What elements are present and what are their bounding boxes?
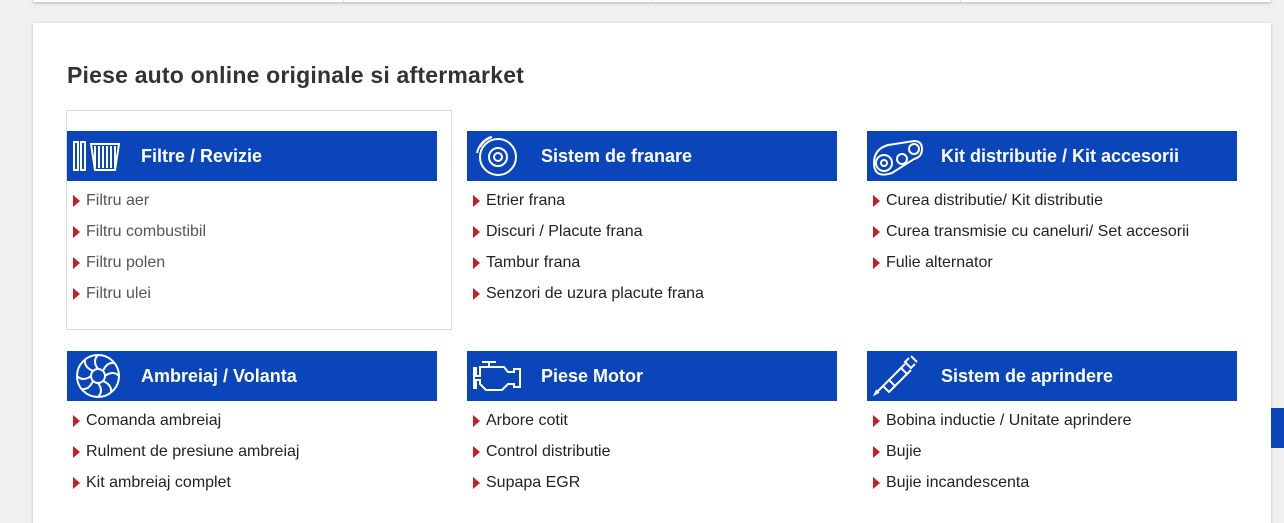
- category-links: Arbore cotit Control distributie Supapa …: [467, 401, 837, 503]
- category-links: Etrier frana Discuri / Placute frana Tam…: [467, 181, 837, 314]
- arrow-right-icon: [73, 477, 80, 489]
- page-title: Piese auto online originale si aftermark…: [67, 62, 525, 88]
- category-links: Filtru aer Filtru combustibil Filtru pol…: [67, 181, 451, 314]
- arrow-right-icon: [473, 446, 480, 458]
- category-title: Filtre / Revizie: [141, 145, 263, 166]
- category-link[interactable]: Senzori de uzura placute frana: [467, 283, 837, 314]
- category-link[interactable]: Bujie incandescenta: [867, 472, 1237, 503]
- filter-icon: [67, 131, 127, 181]
- category-motor: Piese Motor Arbore cotit Control distrib…: [467, 351, 837, 503]
- side-feedback-tab[interactable]: [1271, 408, 1284, 448]
- category-links: Comanda ambreiaj Rulment de presiune amb…: [67, 401, 437, 503]
- category-link[interactable]: Discuri / Placute frana: [467, 221, 837, 252]
- category-header[interactable]: Sistem de franare: [467, 131, 837, 181]
- category-title: Sistem de aprindere: [941, 365, 1114, 386]
- category-title: Kit distributie / Kit accesorii: [941, 145, 1180, 166]
- category-title: Ambreiaj / Volanta: [141, 365, 297, 386]
- divider: [651, 0, 652, 2]
- category-link[interactable]: Kit ambreiaj complet: [67, 472, 437, 503]
- category-link[interactable]: Filtru aer: [67, 190, 451, 221]
- arrow-right-icon: [73, 226, 80, 238]
- category-link[interactable]: Supapa EGR: [467, 472, 837, 503]
- category-franare: Sistem de franare Etrier frana Discuri /…: [467, 131, 837, 314]
- category-link[interactable]: Curea transmisie cu caneluri/ Set acceso…: [867, 221, 1237, 252]
- category-filtre: Filtre / Revizie Filtru aer Filtru combu…: [66, 110, 452, 330]
- category-link[interactable]: Tambur frana: [467, 252, 837, 283]
- category-link[interactable]: Filtru polen: [67, 252, 451, 283]
- category-link[interactable]: Arbore cotit: [467, 410, 837, 441]
- arrow-right-icon: [73, 288, 80, 300]
- engine-icon: [467, 351, 527, 401]
- arrow-right-icon: [73, 195, 80, 207]
- category-link[interactable]: Filtru ulei: [67, 283, 451, 314]
- arrow-right-icon: [473, 226, 480, 238]
- arrow-right-icon: [873, 257, 880, 269]
- category-link[interactable]: Curea distributie/ Kit distributie: [867, 190, 1237, 221]
- categories-card: Piese auto online originale si aftermark…: [33, 23, 1271, 523]
- arrow-right-icon: [873, 226, 880, 238]
- category-header[interactable]: Kit distributie / Kit accesorii: [867, 131, 1237, 181]
- category-title: Piese Motor: [541, 365, 644, 386]
- divider: [960, 0, 961, 2]
- category-link[interactable]: Etrier frana: [467, 190, 837, 221]
- arrow-right-icon: [73, 257, 80, 269]
- category-aprindere: Sistem de aprindere Bobina inductie / Un…: [867, 351, 1237, 503]
- category-link[interactable]: Comanda ambreiaj: [67, 410, 437, 441]
- arrow-right-icon: [73, 446, 80, 458]
- category-links: Curea distributie/ Kit distributie Curea…: [867, 181, 1237, 283]
- arrow-right-icon: [473, 257, 480, 269]
- category-distributie: Kit distributie / Kit accesorii Curea di…: [867, 131, 1237, 283]
- arrow-right-icon: [873, 446, 880, 458]
- category-header[interactable]: Sistem de aprindere: [867, 351, 1237, 401]
- category-link[interactable]: Fulie alternator: [867, 252, 1237, 283]
- arrow-right-icon: [473, 195, 480, 207]
- spark-plug-icon: [867, 351, 927, 401]
- brake-disc-icon: [467, 131, 527, 181]
- divider: [343, 0, 344, 2]
- category-ambreiaj: Ambreiaj / Volanta Comanda ambreiaj Rulm…: [67, 351, 437, 503]
- arrow-right-icon: [473, 415, 480, 427]
- arrow-right-icon: [473, 288, 480, 300]
- category-link[interactable]: Bujie: [867, 441, 1237, 472]
- category-link[interactable]: Filtru combustibil: [67, 221, 451, 252]
- category-title: Sistem de franare: [541, 145, 693, 166]
- arrow-right-icon: [73, 415, 80, 427]
- arrow-right-icon: [873, 415, 880, 427]
- category-link[interactable]: Bobina inductie / Unitate aprindere: [867, 410, 1237, 441]
- category-header[interactable]: Piese Motor: [467, 351, 837, 401]
- arrow-right-icon: [873, 477, 880, 489]
- arrow-right-icon: [873, 195, 880, 207]
- category-link[interactable]: Rulment de presiune ambreiaj: [67, 441, 437, 472]
- category-link[interactable]: Control distributie: [467, 441, 837, 472]
- clutch-icon: [67, 351, 127, 401]
- category-header[interactable]: Ambreiaj / Volanta: [67, 351, 437, 401]
- timing-belt-icon: [867, 131, 927, 181]
- category-links: Bobina inductie / Unitate aprindere Buji…: [867, 401, 1237, 503]
- previous-section-card: [33, 0, 1271, 2]
- category-header[interactable]: Filtre / Revizie: [67, 131, 437, 181]
- arrow-right-icon: [473, 477, 480, 489]
